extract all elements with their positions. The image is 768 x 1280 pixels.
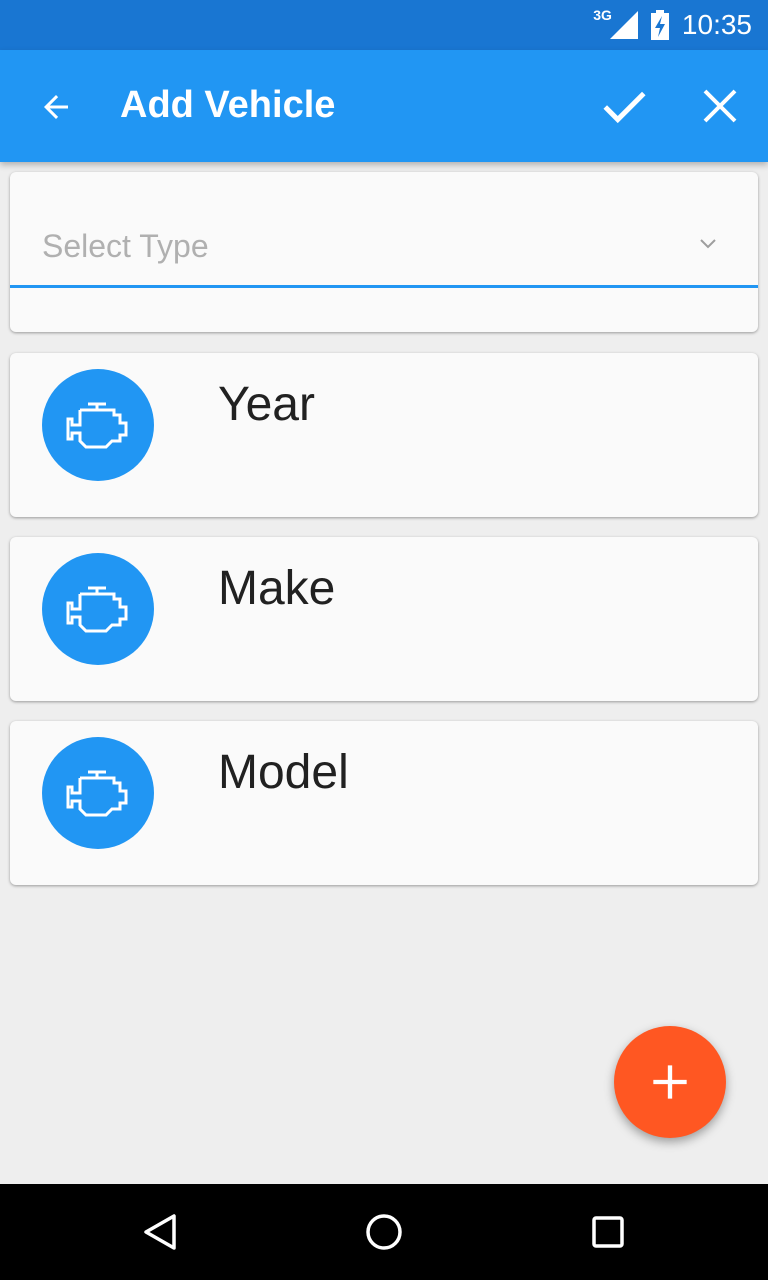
year-card[interactable]: Year [10, 353, 758, 517]
cancel-button[interactable] [691, 78, 749, 134]
network-type-label: 3G [593, 7, 612, 23]
make-card[interactable]: Make [10, 537, 758, 701]
close-icon [703, 89, 737, 123]
arrow-back-icon [44, 95, 68, 119]
clock-time: 10:35 [681, 9, 752, 40]
model-card[interactable]: Model [10, 721, 758, 885]
type-card: Select Type [10, 172, 758, 332]
year-label: Year [218, 378, 315, 431]
plus-icon [653, 1065, 687, 1099]
model-label: Model [218, 746, 349, 799]
engine-icon [66, 402, 128, 449]
vehicle-type-select[interactable]: Select Type [10, 202, 758, 288]
system-nav-bar [0, 1184, 768, 1280]
chevron-down-icon [700, 239, 716, 249]
add-button[interactable] [614, 1026, 726, 1138]
nav-recent-button[interactable] [578, 1202, 638, 1262]
home-circle-icon [366, 1214, 402, 1250]
page-title: Add Vehicle [120, 84, 336, 126]
save-button[interactable] [595, 78, 653, 134]
engine-icon [66, 770, 128, 817]
nav-home-button[interactable] [354, 1202, 414, 1262]
make-avatar [42, 553, 154, 665]
back-button[interactable] [30, 82, 82, 132]
back-triangle-icon [144, 1214, 176, 1250]
nav-back-button[interactable] [130, 1202, 190, 1262]
check-icon [603, 91, 646, 124]
engine-icon [66, 586, 128, 633]
type-select-placeholder: Select Type [42, 228, 209, 264]
app-bar: Add Vehicle [0, 50, 768, 162]
signal-icon [609, 11, 638, 39]
battery-charging-icon [650, 10, 669, 40]
make-label: Make [218, 562, 336, 615]
status-bar: 3G 10:35 [0, 0, 768, 50]
model-avatar [42, 737, 154, 849]
recent-square-icon [592, 1216, 624, 1248]
year-avatar [42, 369, 154, 481]
